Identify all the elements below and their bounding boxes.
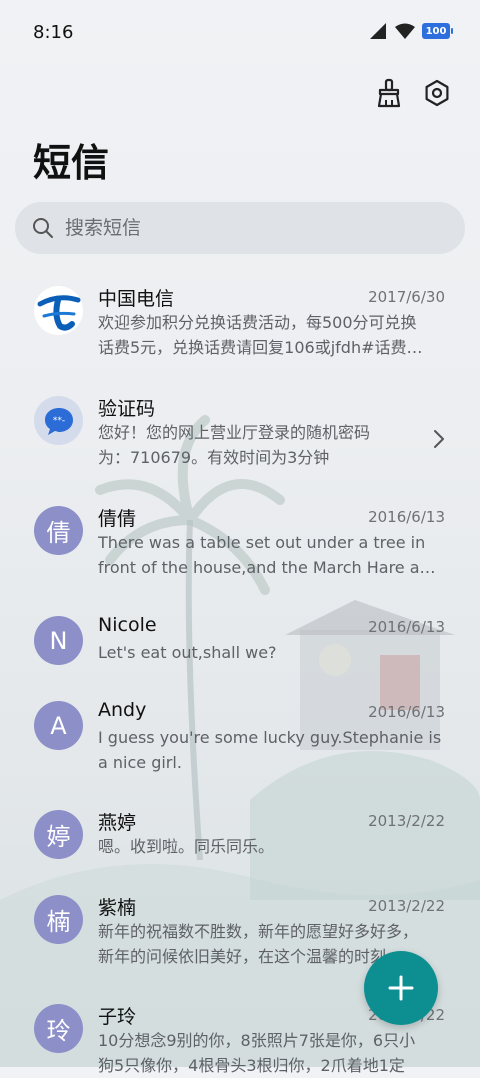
battery-level: 100 [425,25,447,37]
svg-text:**-: **- [52,416,64,426]
search-icon [33,218,53,238]
message-preview: 您好！您的网上营业厅登录的随机密码 为：710679。有效时间为3分钟 [98,420,418,470]
message-preview: 嗯。收到啦。同乐同乐。 [98,834,445,859]
preview-line: 狗5只像你，4根骨头3根归你，2爪着地1定 [98,1056,405,1075]
avatar: N [34,616,83,665]
conversation-item[interactable]: A Andy 2016/6/13 I guess you're some luc… [0,695,480,804]
avatar: 婷 [34,810,83,859]
search-bar[interactable] [15,202,465,254]
conversation-item[interactable]: N Nicole 2016/6/13 Let's eat out,shall w… [0,610,480,695]
conversation-item[interactable]: 中国电信 2017/6/30 欢迎参加积分兑换话费活动，每500分可兑换 话费5… [0,280,480,390]
message-preview: 欢迎参加积分兑换话费活动，每500分可兑换 话费5元，兑换话费请回复106或jf… [98,310,445,360]
preview-line: front of the house,and the March Hare an… [98,558,445,577]
avatar: A [34,701,83,750]
message-date: 2016/6/13 [368,618,445,636]
preview-line: 您好！您的网上营业厅登录的随机密码 [98,423,371,442]
chevron-right-icon[interactable] [432,428,446,450]
status-time: 8:16 [33,22,74,43]
message-date: 2013/2/22 [368,812,445,830]
conversation-item[interactable]: **- 验证码 您好！您的网上营业厅登录的随机密码 为：710679。有效时间为… [0,390,480,500]
message-preview: I guess you're some lucky guy.Stephanie … [98,725,445,775]
gear-icon [425,79,449,107]
avatar: 玲 [34,1004,83,1053]
wifi-icon [395,23,415,39]
conversation-item[interactable]: 倩 倩倩 2016/6/13 There was a table set out… [0,500,480,610]
message-bubble-icon: **- [34,396,83,445]
broom-icon [377,78,401,108]
message-date: 2016/6/13 [368,508,445,526]
conversation-item[interactable]: 婷 燕婷 2013/2/22 嗯。收到啦。同乐同乐。 [0,804,480,889]
preview-line: 新年的祝福数不胜数，新年的愿望好多好多， [98,922,419,941]
contact-name: 倩倩 [98,508,137,530]
page-title: 短信 [33,141,110,185]
preview-line: 话费5元，兑换话费请回复106或jfdh#话费… [98,338,423,357]
search-input[interactable] [63,216,427,240]
signal-icon [370,23,386,39]
message-date: 2013/2/22 [368,897,445,915]
china-telecom-logo-icon [34,286,83,335]
preview-line: 为：710679。有效时间为3分钟 [98,448,330,467]
contact-name: Nicole [98,614,157,636]
plus-icon [388,975,414,1001]
preview-line: I guess you're some lucky guy.Stephanie … [98,728,442,747]
status-bar: 8:16 100 [0,0,480,66]
new-message-button[interactable] [364,951,438,1025]
contact-name: 子玲 [98,1006,137,1028]
avatar: 倩 [34,506,83,555]
preview-line: Let's eat out,shall we? [98,643,277,662]
contact-name: 燕婷 [98,812,137,834]
message-date: 2017/6/30 [368,288,445,306]
contact-name: 中国电信 [98,288,175,310]
preview-line: There was a table set out under a tree i… [98,533,426,552]
message-preview: 10分想念9别的你，8张照片7张是你，6只小 狗5只像你，4根骨头3根归你，2爪… [98,1028,445,1078]
preview-line: 嗯。收到啦。同乐同乐。 [98,837,275,856]
top-actions [374,78,452,108]
battery-icon: 100 [422,23,453,39]
message-preview: There was a table set out under a tree i… [98,530,445,580]
contact-name: Andy [98,699,147,721]
contact-name: 紫楠 [98,897,137,919]
contact-name: 验证码 [98,398,156,420]
settings-button[interactable] [422,78,452,108]
status-icons: 100 [368,22,453,40]
message-preview: Let's eat out,shall we? [98,640,445,665]
message-date: 2016/6/13 [368,703,445,721]
avatar: 楠 [34,895,83,944]
clean-button[interactable] [374,78,404,108]
preview-line: 欢迎参加积分兑换话费活动，每500分可兑换 [98,313,417,332]
preview-line: 10分想念9别的你，8张照片7张是你，6只小 [98,1031,416,1050]
preview-line: a nice girl. [98,753,182,772]
